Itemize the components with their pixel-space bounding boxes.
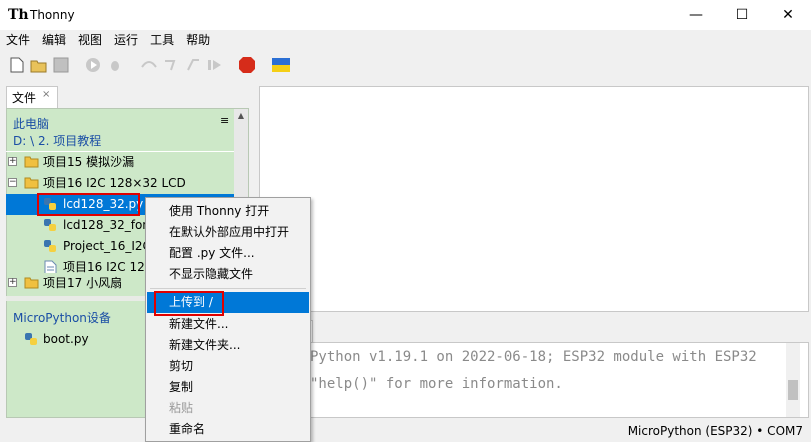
tree-item-label: 项目15 模拟沙漏 [43, 155, 135, 169]
highlight-box [37, 193, 140, 216]
path-breadcrumb[interactable]: D: \ 2. 项目教程 [13, 132, 101, 149]
this-computer-link[interactable]: 此电脑 [13, 115, 49, 132]
step-into-icon [162, 56, 180, 74]
tree-item-label: boot.py [43, 332, 89, 346]
stop-icon[interactable] [238, 56, 256, 74]
files-tab-label: 文件 [12, 91, 37, 105]
code-editor[interactable] [259, 86, 809, 312]
tree-item-label: lcd128_32_font [63, 218, 155, 232]
step-out-icon [184, 56, 202, 74]
menu-item-new-folder[interactable]: 新建文件夹... [147, 335, 309, 356]
shell-line: Python v1.19.1 on 2022-06-18; ESP32 modu… [310, 349, 757, 365]
menu-item-configure-py[interactable]: 配置 .py 文件... [147, 243, 309, 264]
tree-item-label: Project_16_I2C [63, 239, 151, 253]
new-file-icon[interactable] [8, 56, 26, 74]
menu-item-rename[interactable]: 重命名 [147, 419, 309, 440]
folder-icon [24, 156, 39, 168]
thonny-logo-icon: Th [8, 7, 29, 23]
expand-icon[interactable]: + [8, 278, 17, 287]
tree-item-folder[interactable]: + 项目15 模拟沙漏 [6, 152, 234, 173]
micropython-device-link[interactable]: MicroPython设备 [13, 309, 111, 326]
menu-item-new-file[interactable]: 新建文件... [147, 314, 309, 335]
folder-icon [24, 277, 39, 289]
run-icon [84, 56, 102, 74]
tree-item-folder[interactable]: − 项目16 I2C 128×32 LCD [6, 173, 234, 194]
tree-item-label: 项目17 小风扇 [43, 276, 123, 290]
menu-edit[interactable]: 编辑 [36, 30, 72, 50]
menu-run[interactable]: 运行 [108, 30, 144, 50]
menu-item-open-external[interactable]: 在默认外部应用中打开 [147, 222, 309, 243]
menu-item-open-in-thonny[interactable]: 使用 Thonny 打开 [147, 201, 309, 222]
menu-view[interactable]: 视图 [72, 30, 108, 50]
python-file-icon [44, 219, 56, 231]
python-file-icon [25, 333, 37, 345]
menu-separator [150, 288, 306, 289]
menu-item-hide-hidden-files[interactable]: 不显示隐藏文件 [147, 264, 309, 285]
shell-scroll-thumb[interactable] [788, 380, 798, 400]
highlight-box [154, 291, 224, 316]
minimize-button[interactable]: — [673, 0, 719, 30]
folder-open-icon [24, 177, 39, 189]
text-file-icon [44, 260, 57, 273]
menu-help[interactable]: 帮助 [180, 30, 216, 50]
tab-close-icon[interactable]: × [42, 89, 50, 100]
expand-icon[interactable]: + [8, 157, 17, 166]
close-button[interactable]: ✕ [765, 0, 811, 30]
menu-item-copy[interactable]: 复制 [147, 377, 309, 398]
open-file-icon[interactable] [30, 56, 48, 74]
save-icon [52, 56, 70, 74]
context-menu: 使用 Thonny 打开 在默认外部应用中打开 配置 .py 文件... 不显示… [145, 197, 311, 442]
interpreter-status[interactable]: MicroPython (ESP32) • COM7 [628, 424, 803, 438]
menu-item-cut[interactable]: 剪切 [147, 356, 309, 377]
menu-file[interactable]: 文件 [0, 30, 36, 50]
window-title: Thonny [30, 8, 75, 22]
resume-icon [206, 56, 224, 74]
collapse-icon[interactable]: − [8, 178, 17, 187]
menu-bar: 文件 编辑 视图 运行 工具 帮助 [0, 30, 811, 50]
shell-console[interactable]: Python v1.19.1 on 2022-06-18; ESP32 modu… [259, 342, 809, 418]
tree-item-label: 项目16 I2C 128×32 LCD [43, 176, 186, 190]
menu-item-paste: 粘贴 [169, 401, 194, 415]
shell-line: "help()" for more information. [310, 376, 563, 392]
step-over-icon [140, 56, 158, 74]
python-file-icon [44, 240, 56, 252]
panel-menu-icon[interactable]: ≡ [220, 114, 229, 127]
ukraine-flag-icon[interactable] [272, 56, 290, 74]
maximize-button[interactable]: ☐ [719, 0, 765, 30]
debug-icon [106, 56, 124, 74]
menu-tools[interactable]: 工具 [144, 30, 180, 50]
scroll-up-arrow-icon[interactable]: ▲ [234, 111, 248, 125]
toolbar [0, 52, 811, 80]
